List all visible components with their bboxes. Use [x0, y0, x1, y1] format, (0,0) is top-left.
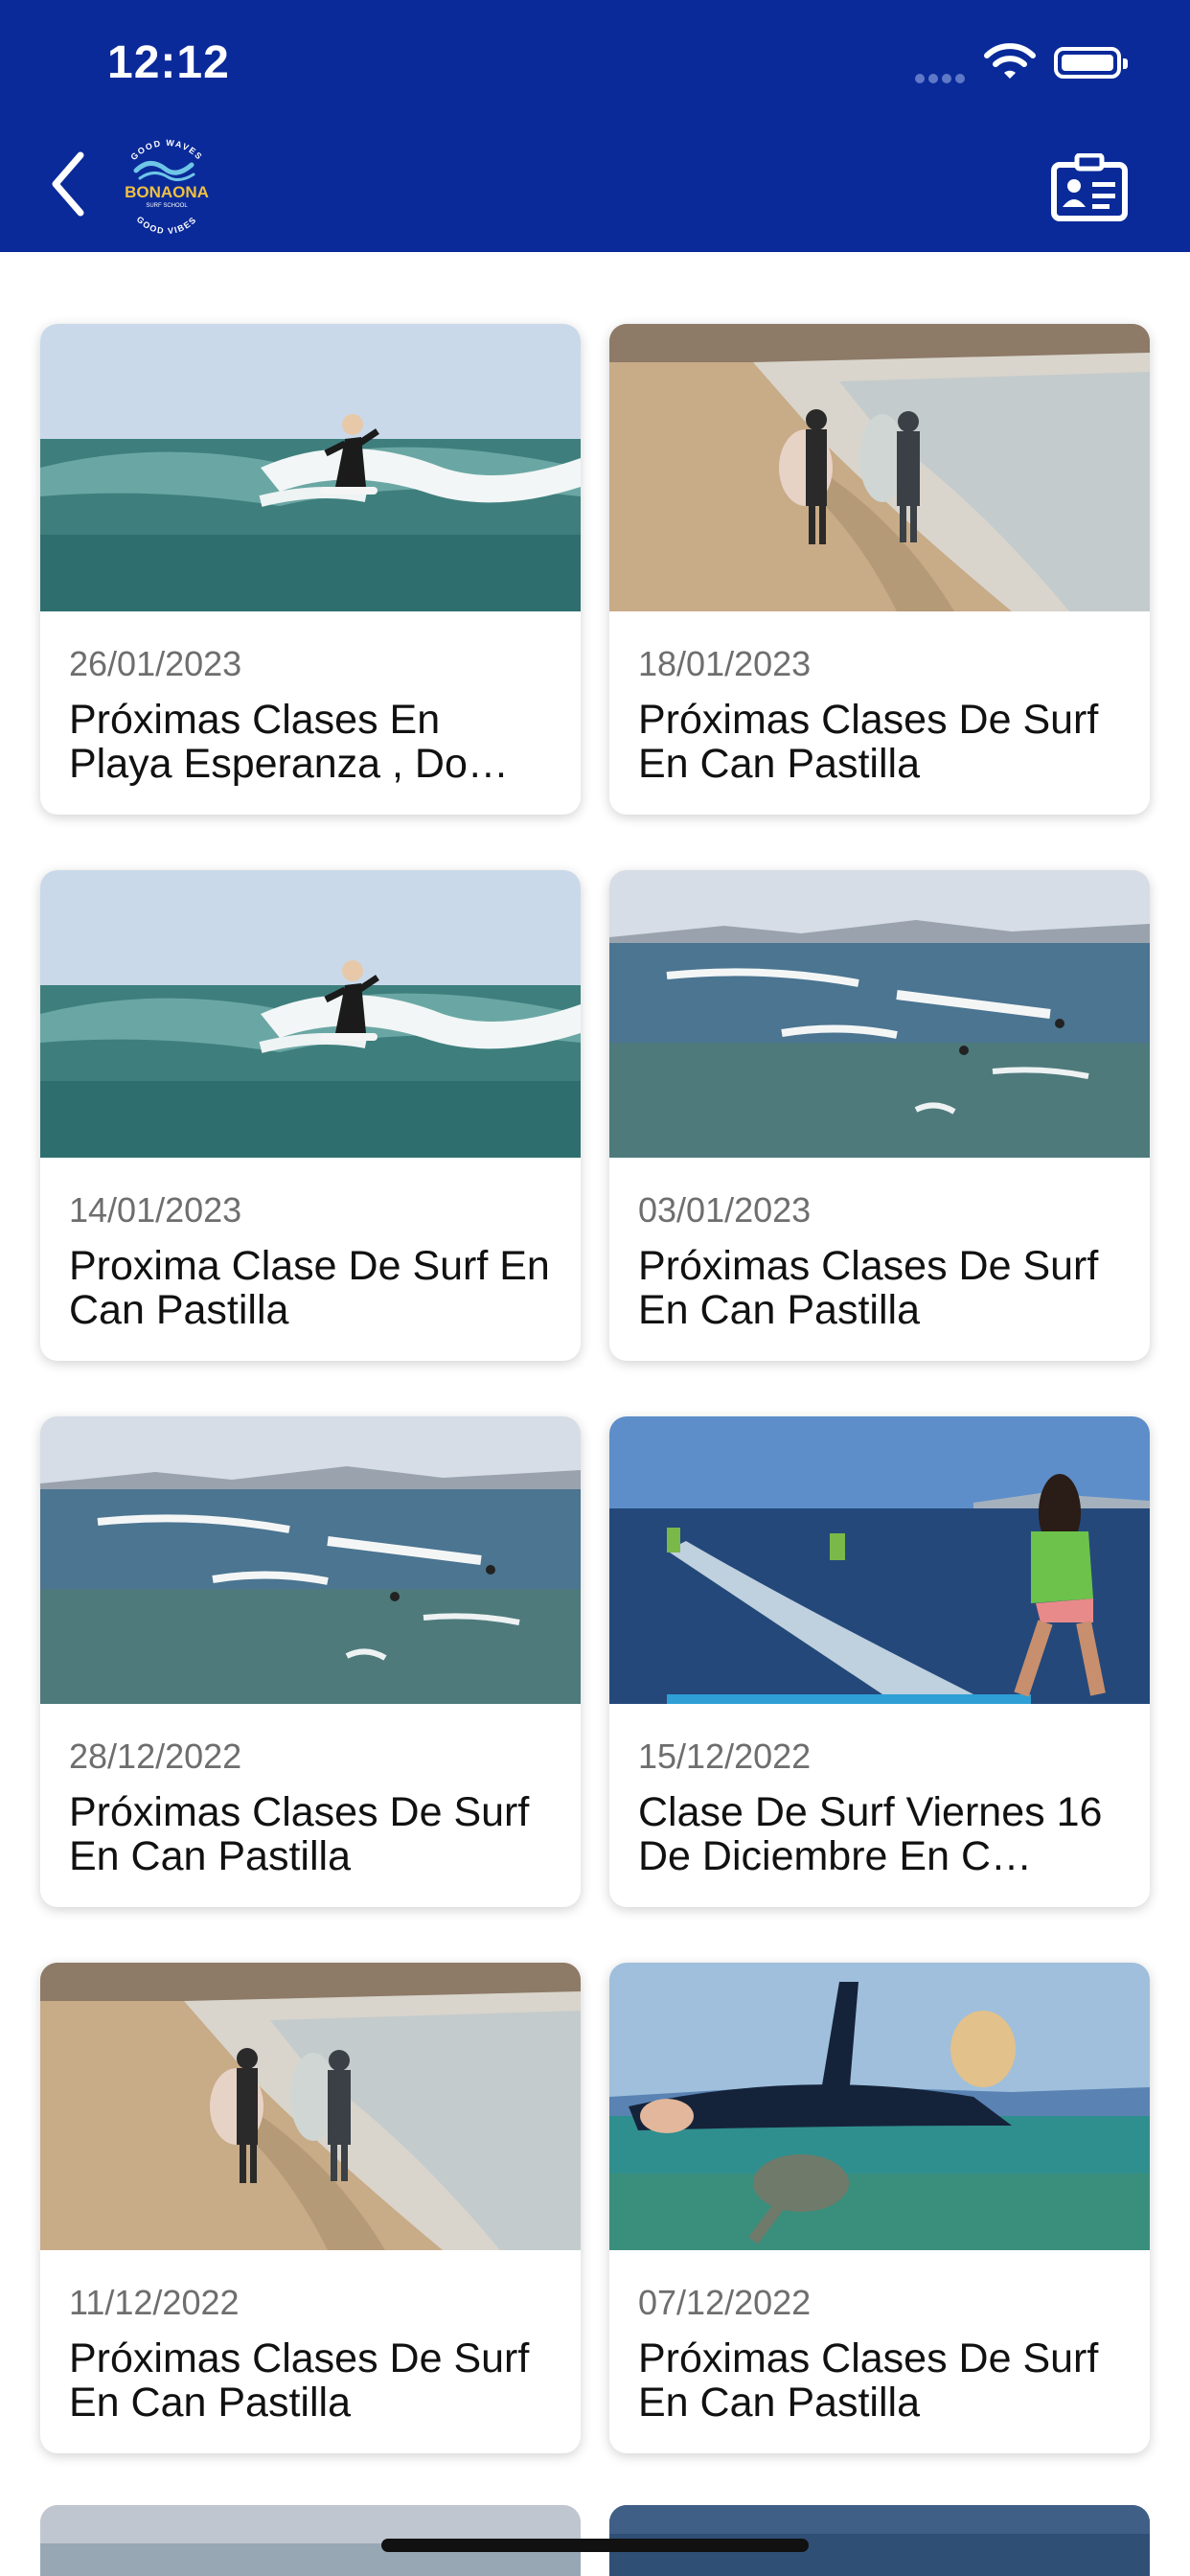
post-card[interactable]: 26/01/2023 Próximas Clases En Playa Espe…	[40, 324, 581, 815]
post-image-surfer-underwater-turtle	[609, 1963, 1150, 2250]
post-image-surf-class-girl-green	[609, 1416, 1150, 1704]
profile-card-icon[interactable]	[1050, 153, 1129, 222]
post-image-surfers-walking-beach	[40, 1963, 581, 2250]
logo-bottom-text: GOOD VIBES	[135, 215, 197, 236]
logo-sub-text: SURF SCHOOL	[146, 203, 188, 209]
post-date: 11/12/2022	[69, 2283, 240, 2322]
post-card[interactable]: 07/12/2022 Próximas Clases De Surf En Ca…	[609, 1963, 1150, 2453]
wifi-icon	[984, 43, 1036, 79]
post-card[interactable]: 03/01/2023 Próximas Clases De Surf En Ca…	[609, 870, 1150, 1361]
logo-top-text: GOOD WAVES	[128, 138, 203, 162]
post-image-surfers-walking-beach	[609, 324, 1150, 611]
back-icon[interactable]	[46, 146, 92, 222]
post-date: 07/12/2022	[638, 2283, 812, 2322]
post-image-waves-seascape	[40, 1416, 581, 1704]
post-card[interactable]: 14/01/2023 Proxima Clase De Surf En Can …	[40, 870, 581, 1361]
post-image-surfer-riding-wave	[40, 324, 581, 611]
svg-text:GOOD WAVES: GOOD WAVES	[128, 138, 204, 162]
status-time: 12:12	[107, 37, 230, 88]
posts-grid: 26/01/2023 Próximas Clases En Playa Espe…	[40, 324, 1150, 2453]
post-image-waves-seascape	[609, 870, 1150, 1158]
home-indicator[interactable]	[381, 2539, 809, 2552]
post-card[interactable]: 11/12/2022 Próximas Clases De Surf En Ca…	[40, 1963, 581, 2453]
svg-text:GOOD VIBES: GOOD VIBES	[135, 215, 199, 236]
post-card[interactable]: 28/12/2022 Próximas Clases De Surf En Ca…	[40, 1416, 581, 1907]
post-title: Próximas Clases De Surf En Can Pastilla	[69, 1790, 530, 1878]
post-date: 03/01/2023	[638, 1190, 812, 1230]
post-date: 14/01/2023	[69, 1190, 242, 1230]
post-date: 18/01/2023	[638, 644, 812, 683]
battery-icon	[1054, 47, 1128, 79]
post-title: Próximas Clases De Surf En Can Pastilla	[638, 2336, 1099, 2425]
bonaona-logo[interactable]: GOOD WAVES BONAONA SURF SCHOOL GOOD VIBE…	[111, 130, 221, 245]
post-card[interactable]: 15/12/2022 Clase De Surf Viernes 16 De D…	[609, 1416, 1150, 1907]
app-header: 12:12 GOOD WAVES BONAONA SURF SCHOOL GOO…	[0, 0, 1190, 252]
post-title: Proxima Clase De Surf En Can Pastilla	[69, 1244, 550, 1332]
post-date: 28/12/2022	[69, 1736, 242, 1776]
post-title: Próximas Clases De Surf En Can Pastilla	[638, 698, 1099, 786]
logo-brand: BONAONA	[125, 183, 209, 201]
post-title: Próximas Clases De Surf En Can Pastilla	[638, 1244, 1099, 1332]
post-title: Próximas Clases De Surf En Can Pastilla	[69, 2336, 530, 2425]
post-card[interactable]: 18/01/2023 Próximas Clases De Surf En Ca…	[609, 324, 1150, 815]
post-date: 15/12/2022	[638, 1736, 812, 1776]
post-image-surfer-riding-wave	[40, 870, 581, 1158]
post-date: 26/01/2023	[69, 644, 242, 683]
post-title: Clase De Surf Viernes 16 De Diciembre En…	[638, 1790, 1103, 1878]
post-title: Próximas Clases En Playa Esperanza , Do…	[69, 698, 509, 786]
cellular-signal-icon	[915, 71, 969, 88]
